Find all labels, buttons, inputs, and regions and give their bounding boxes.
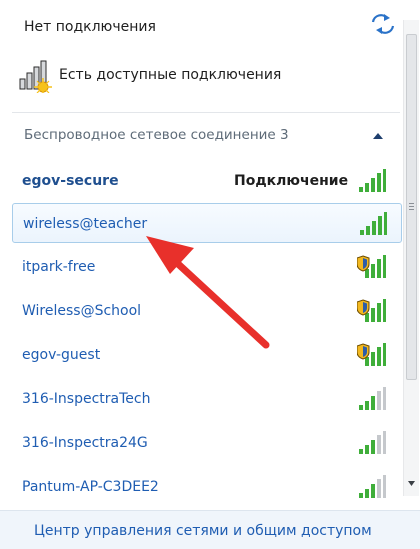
section-divider [12,112,400,113]
refresh-icon [371,14,395,34]
network-name: itpark-free [22,259,96,275]
secured-wifi-signal-icon [357,343,386,366]
wireless-networks-panel: Нет подключения Есть доступные подключен… [0,0,420,549]
network-name: Wireless@School [22,303,142,319]
connecting-status: Подключение [234,173,349,189]
network-name: egov-guest [22,347,101,363]
available-connections-label: Есть доступные подключения [59,67,282,83]
network-row-pantum-ap[interactable]: Pantum-AP-C3DEE2 [12,467,402,507]
network-row-316-inspectra24g[interactable]: 316-Inspectra24G [12,423,402,463]
connection-status-title: Нет подключения [24,19,156,35]
network-name: egov-secure [22,173,119,189]
network-list-scrollbar[interactable] [403,20,419,496]
collapse-section-button[interactable] [368,128,388,144]
footer-bar: Центр управления сетями и общим доступом [0,510,420,549]
network-status-icon [19,60,52,93]
scroll-down-arrow-icon[interactable] [407,478,416,488]
secured-wifi-signal-icon [357,255,386,278]
scrollbar-thumb[interactable] [406,34,417,380]
network-row-316-inspectratech[interactable]: 316-InspectraTech [12,379,402,419]
wireless-section-title: Беспроводное сетевое соединение 3 [24,127,289,143]
network-row-egov-guest[interactable]: egov-guest [12,335,402,375]
grip-line [409,203,414,204]
wifi-signal-icon [359,387,386,410]
network-row-wireless-teacher[interactable]: wireless@teacher [12,203,402,243]
secured-wifi-signal-icon [357,299,386,322]
wifi-signal-icon [359,169,386,192]
refresh-button[interactable] [370,12,396,36]
available-connections-row: Есть доступные подключения [19,55,281,95]
grip-line [409,206,414,207]
network-row-egov-secure[interactable]: egov-secure Подключение [12,161,402,201]
wireless-section-header[interactable]: Беспроводное сетевое соединение 3 [12,116,400,156]
network-name: Pantum-AP-C3DEE2 [22,479,159,495]
network-row-itpark-free[interactable]: itpark-free [12,247,402,287]
wifi-signal-icon [359,431,386,454]
network-row-wireless-school[interactable]: Wireless@School [12,291,402,331]
chevron-up-icon [373,133,383,139]
network-name: wireless@teacher [23,216,148,232]
wifi-signal-icon [359,475,386,498]
grip-line [409,209,414,210]
network-name: 316-InspectraTech [22,391,151,407]
wifi-signal-icon [360,212,387,235]
network-sharing-center-link[interactable]: Центр управления сетями и общим доступом [34,523,372,539]
network-name: 316-Inspectra24G [22,435,148,451]
